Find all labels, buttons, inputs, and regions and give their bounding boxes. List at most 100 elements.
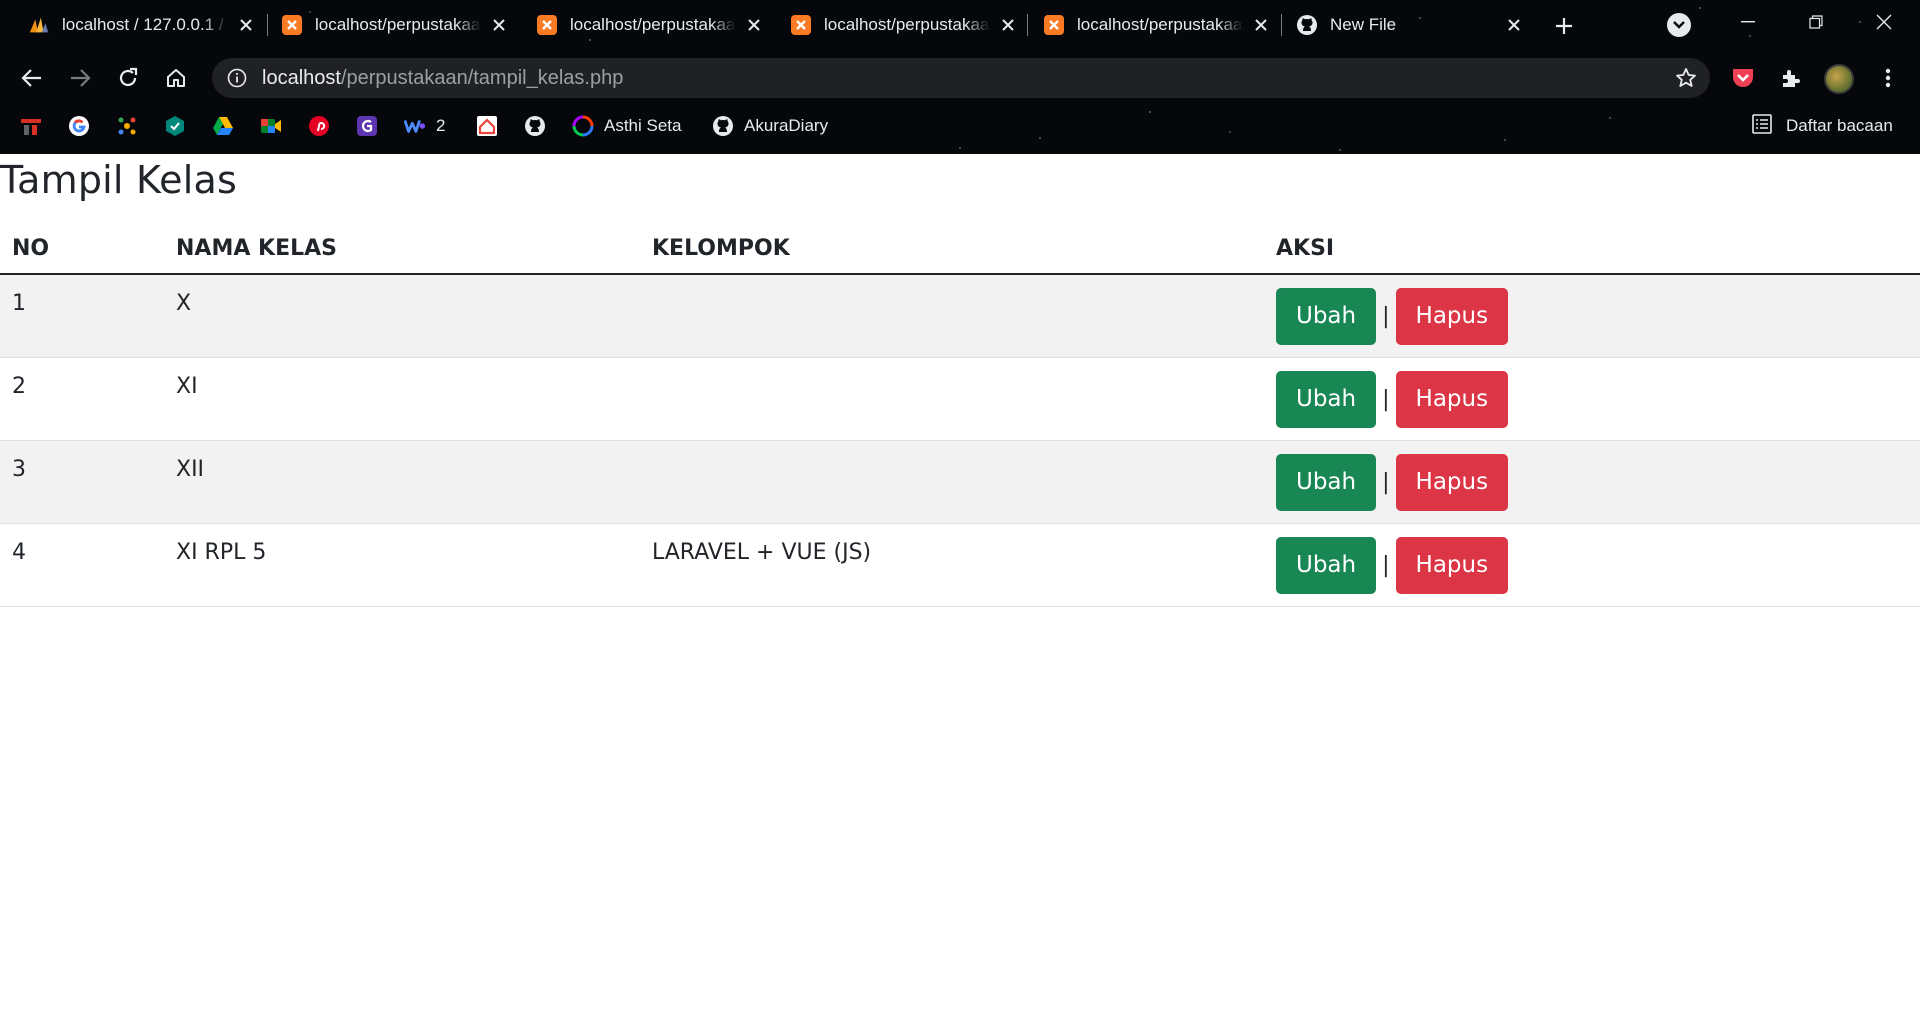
table-row: 2 XI Ubah | Hapus <box>0 357 1920 441</box>
reading-list-button[interactable]: Daftar bacaan <box>1752 112 1893 140</box>
reading-list-label: Daftar bacaan <box>1786 116 1893 135</box>
extensions-icon[interactable] <box>1775 62 1807 94</box>
tab-search-icon[interactable] <box>1667 13 1691 37</box>
action-separator: | <box>1382 469 1390 495</box>
hapus-button[interactable]: Hapus <box>1395 288 1509 345</box>
bookmark-item[interactable] <box>356 112 378 140</box>
bookmarks-bar: 2 Asthi Seta AkuraDiary Daftar bacaan <box>0 108 1920 144</box>
tab-title: New File <box>1330 15 1397 34</box>
cell-nama-kelas: X <box>164 274 640 358</box>
tab-separator <box>1027 14 1028 36</box>
bookmark-item[interactable] <box>308 112 330 140</box>
new-tab-button[interactable] <box>1550 12 1578 40</box>
site-info-icon[interactable] <box>226 67 248 89</box>
bookmark-item[interactable] <box>68 112 90 140</box>
bookmark-item[interactable] <box>20 112 42 140</box>
cell-nama-kelas: XI RPL 5 <box>164 523 640 607</box>
url-host: localhost <box>262 66 341 89</box>
column-header-nama-kelas: NAMA KELAS <box>164 224 640 275</box>
cell-aksi: Ubah | Hapus <box>1264 357 1920 441</box>
home-icon[interactable] <box>160 62 192 94</box>
cell-kelompok <box>640 357 1264 441</box>
bookmark-star-icon[interactable] <box>1674 66 1698 90</box>
cell-no: 2 <box>0 357 164 441</box>
address-bar[interactable]: localhost/perpustakaan/tampil_kelas.php <box>212 58 1710 98</box>
close-tab-icon[interactable] <box>487 13 511 37</box>
hapus-button[interactable]: Hapus <box>1395 536 1509 594</box>
bookmark-item[interactable] <box>116 112 138 140</box>
cell-nama-kelas: XI <box>164 357 640 441</box>
bookmark-item[interactable]: 2 <box>404 112 445 140</box>
reload-icon[interactable] <box>112 62 144 94</box>
forward-icon[interactable] <box>64 62 96 94</box>
tab-new-file[interactable]: New File <box>1288 8 1536 42</box>
bookmark-app-icon <box>476 115 498 137</box>
google-meet-icon <box>260 115 282 137</box>
table-row: 1 X Ubah | Hapus <box>0 274 1920 358</box>
xampp-icon <box>790 14 812 36</box>
cell-kelompok: LARAVEL + VUE (JS) <box>640 523 1264 607</box>
reading-list-icon <box>1752 113 1772 139</box>
tab-tampil-anggota[interactable]: localhost/perpustakaan/tampil_anggota.ph… <box>528 8 776 42</box>
google-drive-icon <box>212 115 234 137</box>
cell-aksi: Ubah | Hapus <box>1264 274 1920 358</box>
bookmark-app-icon <box>164 115 186 137</box>
tab-strip: localhost / 127.0.0.1 / db_perpustakaan … <box>0 0 1920 50</box>
restore-icon[interactable] <box>1796 8 1836 36</box>
bookmark-app-icon <box>572 115 594 137</box>
close-tab-icon[interactable] <box>742 13 766 37</box>
close-tab-icon[interactable] <box>234 13 258 37</box>
minimize-icon[interactable] <box>1728 8 1768 36</box>
bookmark-item[interactable] <box>212 112 234 140</box>
tab-phpmyadmin[interactable]: localhost / 127.0.0.1 / db_perpustakaan <box>20 8 268 42</box>
ubah-button[interactable]: Ubah <box>1276 370 1377 428</box>
back-icon[interactable] <box>16 62 48 94</box>
bookmark-item[interactable] <box>524 112 546 140</box>
ubah-button[interactable]: Ubah <box>1276 288 1377 345</box>
tab-tampil-kelas[interactable]: localhost/perpustakaan/tampil_kelas.php <box>1035 8 1283 42</box>
cell-aksi: Ubah | Hapus <box>1264 440 1920 524</box>
cell-no: 3 <box>0 440 164 524</box>
close-tab-icon[interactable] <box>996 13 1020 37</box>
github-icon <box>524 115 546 137</box>
page-content: Tampil Kelas NO NAMA KELAS KELOMPOK AKSI… <box>0 154 1920 1032</box>
github-icon <box>1296 14 1318 36</box>
hapus-button[interactable]: Hapus <box>1395 453 1509 511</box>
url-path: /perpustakaan/tampil_kelas.php <box>340 66 624 89</box>
menu-kebab-icon[interactable] <box>1872 62 1904 94</box>
hapus-button[interactable]: Hapus <box>1395 370 1509 428</box>
tab-title: localhost/perpustakaan/tampil_anggota.ph… <box>570 15 736 34</box>
kelas-table: NO NAMA KELAS KELOMPOK AKSI 1 X Ubah | Hap… <box>0 224 1920 607</box>
action-separator: | <box>1382 386 1390 412</box>
bookmark-app-icon <box>20 115 42 137</box>
xampp-icon <box>1043 14 1065 36</box>
google-icon <box>68 115 90 137</box>
action-separator: | <box>1382 552 1390 578</box>
ubah-button[interactable]: Ubah <box>1276 453 1377 511</box>
bookmark-app-icon <box>116 115 138 137</box>
tab-title: localhost/perpustakaan/tambah_kelas.php <box>824 15 990 34</box>
ubah-button[interactable]: Ubah <box>1276 536 1377 594</box>
bookmark-label: 2 <box>436 116 446 135</box>
table-header-row: NO NAMA KELAS KELOMPOK AKSI <box>0 224 1920 275</box>
bookmark-item[interactable]: Asthi Seta <box>572 112 682 140</box>
bookmark-item[interactable]: AkuraDiary <box>712 112 828 140</box>
profile-avatar[interactable] <box>1824 64 1854 94</box>
url-text: localhost/perpustakaan/tampil_kelas.php <box>262 67 623 90</box>
close-tab-icon[interactable] <box>1249 13 1273 37</box>
bookmark-item[interactable] <box>260 112 282 140</box>
tab-title: localhost / 127.0.0.1 / db_perpustakaan <box>62 15 228 34</box>
tab-tambah-kelas[interactable]: localhost/perpustakaan/tambah_kelas.php <box>782 8 1030 42</box>
bookmark-item[interactable] <box>164 112 186 140</box>
tab-separator <box>267 14 268 36</box>
xampp-icon <box>536 14 558 36</box>
column-header-kelompok: KELOMPOK <box>640 224 1264 275</box>
bookmark-item[interactable] <box>476 112 498 140</box>
close-window-icon[interactable] <box>1864 8 1904 36</box>
tab-tampil-buku[interactable]: localhost/perpustakaan/tampil_buku.php <box>273 8 521 42</box>
pocket-icon[interactable] <box>1727 62 1759 94</box>
table-row: 4 XI RPL 5 LARAVEL + VUE (JS) Ubah | Hapus <box>0 523 1920 607</box>
close-tab-icon[interactable] <box>1502 13 1526 37</box>
cell-kelompok <box>640 440 1264 524</box>
browser-chrome: localhost / 127.0.0.1 / db_perpustakaan … <box>0 0 1920 154</box>
